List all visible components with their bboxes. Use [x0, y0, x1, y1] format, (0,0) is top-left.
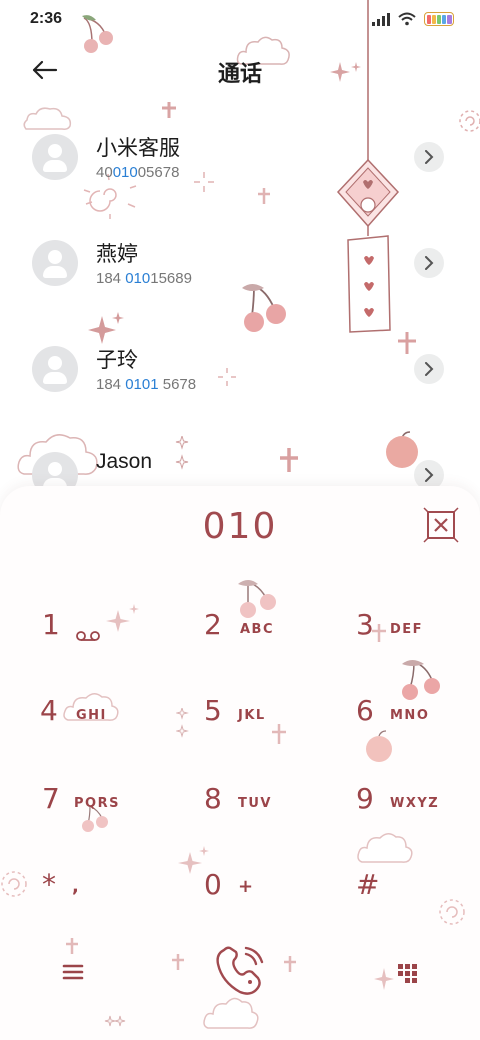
dial-key-0[interactable]: 0 +	[204, 858, 344, 918]
key-letters: JKL	[238, 708, 266, 723]
cross-decoration-icon	[172, 954, 184, 970]
dialed-number: 010	[202, 506, 278, 547]
key-digit: 1	[42, 608, 60, 641]
dial-key-4[interactable]: 4 GHI	[40, 684, 180, 744]
key-digit: 8	[204, 782, 222, 815]
number-part: 15689	[150, 270, 192, 287]
key-digit: 9	[356, 782, 374, 815]
status-icons	[372, 12, 454, 26]
dial-key-star[interactable]: * ,	[42, 858, 182, 918]
number-part: 05678	[137, 164, 180, 181]
contact-detail-button[interactable]	[414, 354, 444, 384]
key-digit: 0	[204, 868, 222, 901]
number-match: 010	[125, 270, 151, 287]
backspace-icon	[423, 507, 459, 543]
avatar	[32, 134, 78, 180]
key-letters: DEF	[390, 622, 424, 637]
cross-decoration-icon	[284, 956, 296, 972]
number-part: 5678	[158, 376, 197, 393]
contact-name: 小米客服	[96, 136, 180, 160]
key-digit: 2	[204, 608, 222, 641]
dial-key-7[interactable]: 7 PQRS	[42, 772, 182, 832]
number-part: 40	[96, 164, 113, 181]
chevron-right-icon	[425, 150, 434, 164]
key-letters: MNO	[390, 708, 430, 723]
key-letters: TUV	[238, 796, 272, 811]
battery-icon	[424, 12, 454, 26]
number-match: 010	[112, 164, 138, 181]
avatar	[32, 346, 78, 392]
dial-key-6[interactable]: 6 MNO	[356, 684, 480, 744]
contact-number: 4001005678	[96, 164, 179, 181]
key-digit: 3	[356, 608, 374, 641]
key-digit: #	[356, 868, 380, 901]
dial-key-9[interactable]: 9 WXYZ	[356, 772, 480, 832]
status-time: 2:36	[30, 10, 63, 27]
menu-button[interactable]	[60, 958, 88, 986]
chevron-right-icon	[425, 468, 434, 482]
number-part: 184	[96, 376, 126, 393]
contact-row[interactable]: 小米客服 4001005678	[0, 116, 480, 206]
key-letters: GHI	[76, 708, 107, 723]
cross-decoration-icon	[66, 938, 78, 954]
call-button[interactable]	[210, 940, 270, 1000]
key-letters: WXYZ	[390, 796, 440, 811]
header: 通话	[0, 48, 480, 92]
menu-icon	[62, 964, 84, 980]
signal-icon	[372, 12, 390, 26]
page-title: 通话	[217, 62, 262, 87]
dialpad-panel: 010 1 2 ABC 3 DEF 4 GHI 5 JKL 6 MNO 7 PQ…	[0, 486, 480, 1040]
number-part: 184	[96, 270, 126, 287]
contact-number: 184 0101 5678	[96, 376, 196, 393]
key-letters: PQRS	[74, 796, 120, 811]
key-letters: ,	[72, 876, 81, 897]
status-bar: 2:36	[0, 0, 480, 40]
contact-detail-button[interactable]	[414, 142, 444, 172]
number-match: 0101	[125, 376, 159, 393]
contact-number: 184 01015689	[96, 270, 192, 287]
spiral-decoration-icon	[1, 871, 27, 897]
dial-key-3[interactable]: 3 DEF	[356, 598, 480, 658]
key-digit: 7	[42, 782, 60, 815]
phone-call-icon	[216, 946, 264, 995]
dial-key-hash[interactable]: #	[356, 858, 480, 918]
key-digit: 4	[40, 694, 58, 727]
dial-key-2[interactable]: 2 ABC	[204, 598, 344, 658]
contact-name: 子玲	[96, 348, 138, 372]
contact-name: 燕婷	[96, 242, 138, 266]
key-digit: 5	[204, 694, 222, 727]
dial-key-5[interactable]: 5 JKL	[204, 684, 344, 744]
avatar	[32, 240, 78, 286]
sparkle-decoration-icon	[104, 1015, 126, 1027]
keypad-grid-icon	[398, 964, 417, 983]
key-letters: ABC	[240, 622, 275, 637]
key-digit: *	[42, 868, 56, 901]
key-digit: 6	[356, 694, 374, 727]
chevron-right-icon	[425, 256, 434, 270]
sparkle-decoration-icon	[374, 968, 394, 990]
chevron-right-icon	[425, 362, 434, 376]
keypad-toggle-button[interactable]	[396, 962, 420, 986]
contact-name: Jason	[96, 450, 153, 473]
dial-key-8[interactable]: 8 TUV	[204, 772, 344, 832]
wifi-icon	[398, 12, 416, 26]
contact-detail-button[interactable]	[414, 248, 444, 278]
contact-row[interactable]: 子玲 184 0101 5678	[0, 328, 480, 418]
dial-key-1[interactable]: 1	[42, 598, 182, 658]
voicemail-icon	[76, 631, 100, 641]
contact-row[interactable]: 燕婷 184 01015689	[0, 222, 480, 312]
key-letters: +	[238, 876, 255, 897]
delete-button[interactable]	[422, 506, 460, 544]
